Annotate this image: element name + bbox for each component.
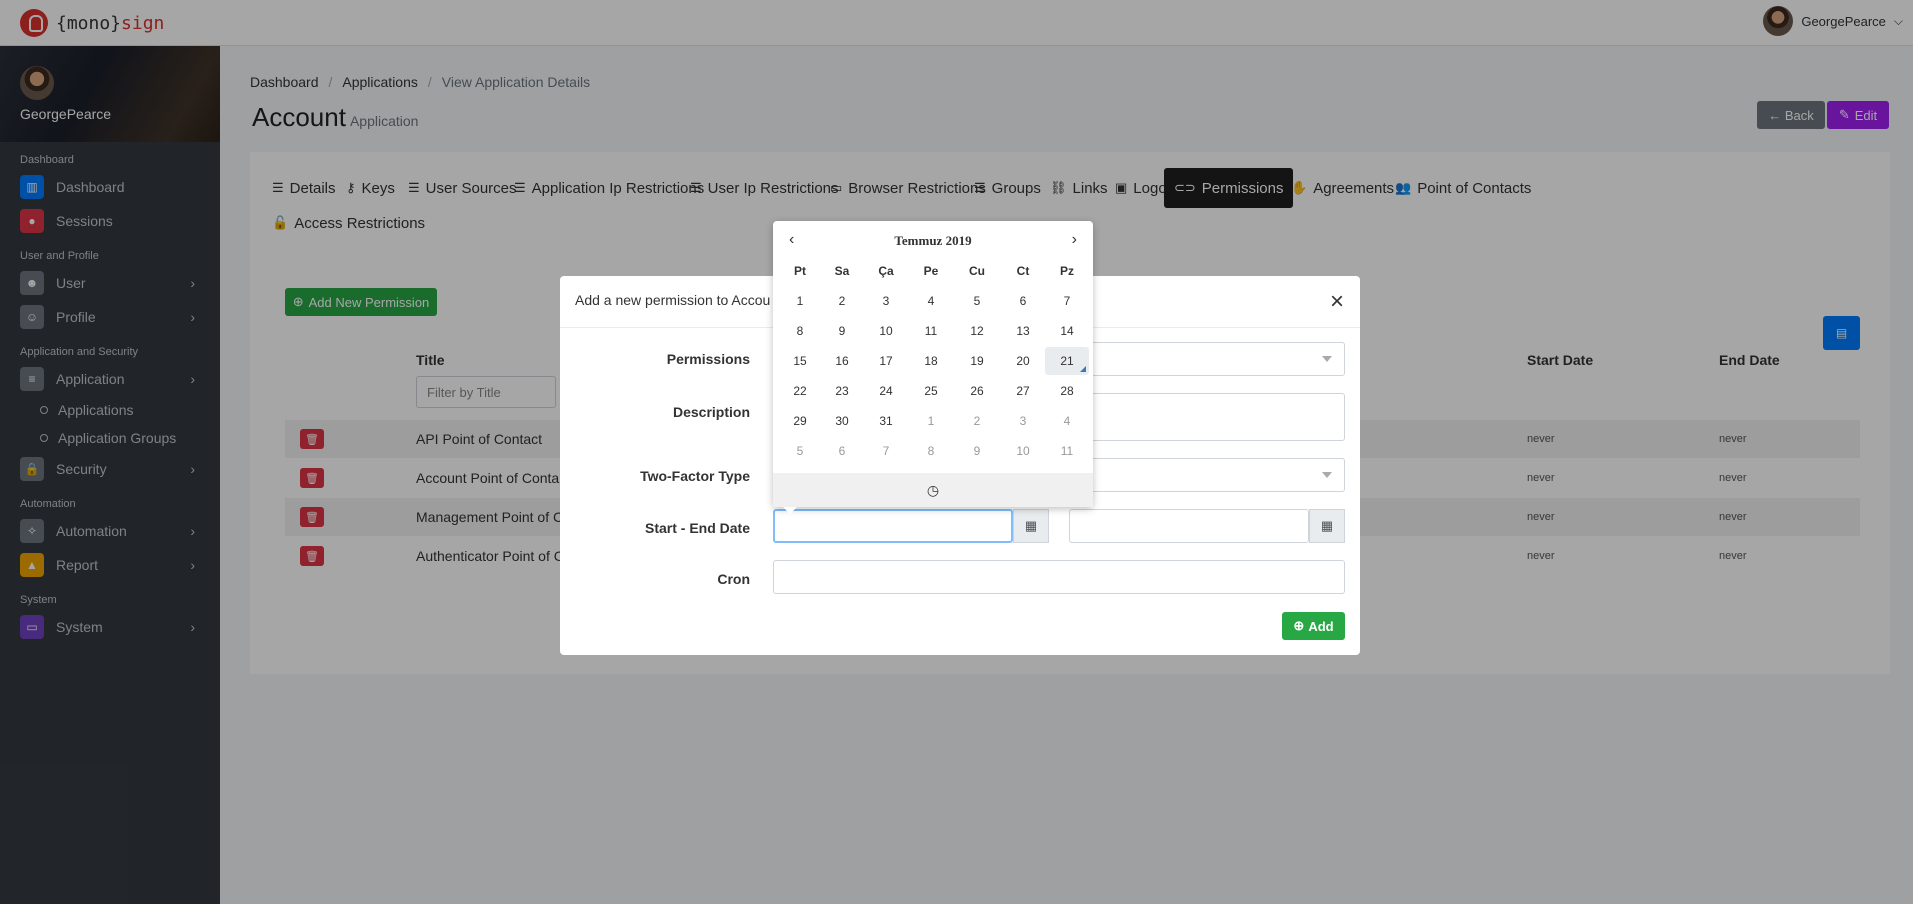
calendar-icon: ▦ [1320, 518, 1334, 533]
day-cell-today[interactable]: 21 [1045, 347, 1089, 375]
day-cell[interactable]: 26 [955, 377, 999, 405]
weekday-header: Ct [1016, 264, 1030, 278]
day-cell[interactable]: 7 [864, 437, 908, 465]
day-cell[interactable]: 19 [955, 347, 999, 375]
time-toggle[interactable]: ◷ [773, 473, 1093, 507]
datepicker-popup: ‹ Temmuz 2019 › Pt Sa Ça Pe Cu Ct Pz 1 2 3 4 5 6 7 8 9 1… [773, 221, 1093, 514]
day-cell[interactable]: 2 [955, 407, 999, 435]
day-cell[interactable]: 10 [1001, 437, 1045, 465]
day-cell[interactable]: 7 [1045, 287, 1089, 315]
datepicker-month-title[interactable]: Temmuz 2019 [773, 233, 1093, 249]
permissions-label: Permissions [666, 351, 750, 367]
day-cell[interactable]: 11 [1045, 437, 1089, 465]
day-cell[interactable]: 2 [820, 287, 864, 315]
caret-down-icon [1322, 472, 1332, 478]
day-cell[interactable]: 30 [820, 407, 864, 435]
weekday-header: Pe [923, 264, 939, 278]
day-cell[interactable]: 3 [1001, 407, 1045, 435]
weekday-header: Cu [969, 264, 985, 278]
calendar-icon: ▦ [1024, 518, 1038, 533]
weekday-header: Sa [834, 264, 850, 278]
day-cell[interactable]: 25 [909, 377, 953, 405]
day-cell[interactable]: 4 [1045, 407, 1089, 435]
day-cell[interactable]: 6 [820, 437, 864, 465]
day-cell[interactable]: 23 [820, 377, 864, 405]
day-cell[interactable]: 4 [909, 287, 953, 315]
weekday-header: Pt [794, 264, 806, 278]
day-cell[interactable]: 11 [909, 317, 953, 345]
day-cell[interactable]: 22 [778, 377, 822, 405]
caret-down-icon [1322, 356, 1332, 362]
description-label: Description [672, 404, 750, 420]
day-cell[interactable]: 1 [778, 287, 822, 315]
day-cell[interactable]: 17 [864, 347, 908, 375]
day-cell[interactable]: 13 [1001, 317, 1045, 345]
plus-circle-icon: ⊕ [1293, 618, 1305, 633]
day-cell[interactable]: 1 [909, 407, 953, 435]
day-cell[interactable]: 28 [1045, 377, 1089, 405]
start-date-input[interactable] [773, 509, 1013, 543]
day-cell[interactable]: 12 [955, 317, 999, 345]
add-label: Add [1308, 618, 1334, 634]
cron-label: Cron [717, 571, 750, 587]
day-cell[interactable]: 6 [1001, 287, 1045, 315]
datepicker-pointer [783, 507, 797, 514]
start-date-calendar-button[interactable]: ▦ [1013, 509, 1049, 543]
day-cell[interactable]: 10 [864, 317, 908, 345]
day-cell[interactable]: 8 [778, 317, 822, 345]
clock-icon: ◷ [926, 481, 940, 498]
day-cell[interactable]: 15 [778, 347, 822, 375]
next-month-button[interactable]: › [1072, 231, 1077, 249]
modal-title: Add a new permission to Accou [575, 292, 771, 308]
cron-input[interactable] [773, 560, 1345, 594]
day-cell[interactable]: 3 [864, 287, 908, 315]
weekday-header: Ça [878, 264, 894, 278]
day-cell[interactable]: 24 [864, 377, 908, 405]
day-cell[interactable]: 16 [820, 347, 864, 375]
day-cell[interactable]: 31 [864, 407, 908, 435]
day-cell[interactable]: 5 [955, 287, 999, 315]
start-end-date-label: Start - End Date [644, 520, 750, 536]
day-cell[interactable]: 27 [1001, 377, 1045, 405]
day-cell[interactable]: 29 [778, 407, 822, 435]
end-date-input[interactable] [1069, 509, 1309, 543]
end-date-calendar-button[interactable]: ▦ [1309, 509, 1345, 543]
day-cell[interactable]: 9 [955, 437, 999, 465]
weekday-header: Pz [1059, 264, 1074, 278]
add-button[interactable]: ⊕ Add [1282, 612, 1345, 640]
day-cell[interactable]: 14 [1045, 317, 1089, 345]
day-cell[interactable]: 9 [820, 317, 864, 345]
close-icon[interactable]: × [1330, 288, 1344, 316]
day-cell[interactable]: 8 [909, 437, 953, 465]
day-cell[interactable]: 5 [778, 437, 822, 465]
day-cell[interactable]: 18 [909, 347, 953, 375]
two-factor-type-label: Two-Factor Type [640, 468, 750, 484]
day-cell[interactable]: 20 [1001, 347, 1045, 375]
